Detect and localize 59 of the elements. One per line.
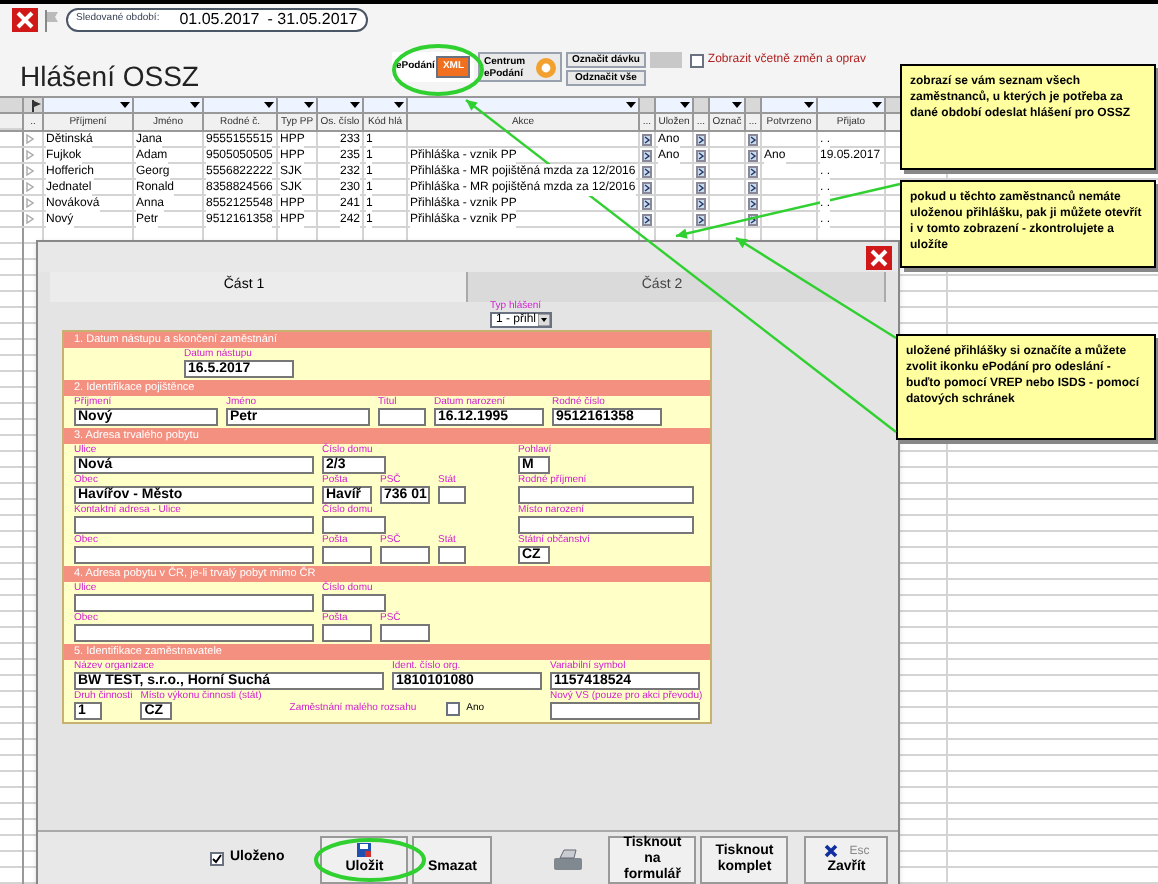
input-field[interactable] [438,486,466,504]
input-field[interactable] [378,408,426,426]
filter-dropdown[interactable] [364,98,408,112]
date-to: - 31.05.2017 [267,8,358,32]
filter-dropdown[interactable] [44,98,134,112]
input-field[interactable] [518,516,694,534]
row-marker-icon [26,150,34,160]
input-field[interactable] [322,546,372,564]
input-field[interactable] [550,702,700,720]
caret-icon[interactable] [264,102,274,108]
row-marker-icon [26,198,34,208]
caret-icon[interactable] [626,102,636,108]
indicator-box [649,52,682,68]
filter-dropdown[interactable] [656,98,694,112]
close-icon[interactable] [866,245,892,269]
input-field[interactable] [74,516,314,534]
input-field[interactable] [74,546,314,564]
caret-icon[interactable] [120,102,130,108]
printer-icon[interactable] [552,847,585,871]
flag-icon[interactable] [32,99,42,111]
caret-icon[interactable] [304,102,314,108]
input-field[interactable] [322,516,386,534]
caret-icon[interactable] [538,314,551,326]
filter-dropdown[interactable] [710,98,746,112]
row-marker-icon [26,134,34,144]
caret-icon[interactable] [732,102,742,108]
input-field[interactable] [322,594,386,612]
close-icon [823,844,838,858]
filter-dropdown[interactable] [134,98,204,112]
checkbox[interactable] [689,54,704,68]
row-marker-icon [26,214,34,224]
caret-icon[interactable] [190,102,200,108]
caret-icon[interactable] [394,102,404,108]
input-field[interactable] [380,546,430,564]
caret-icon[interactable] [804,102,814,108]
ring-icon [536,57,557,77]
input-field[interactable] [518,486,694,504]
checkbox[interactable] [210,852,224,866]
input-field[interactable] [74,624,314,642]
page-title: Hlášení OSSZ [18,60,201,92]
filter-dropdown[interactable] [278,98,318,112]
input-field[interactable] [322,624,372,642]
input-field[interactable] [74,594,314,612]
filter-dropdown[interactable] [318,98,364,112]
checkbox[interactable] [446,701,461,716]
filter-dropdown[interactable] [818,98,886,112]
input-field[interactable] [438,546,466,564]
row-marker-icon [26,182,34,192]
close-icon[interactable] [12,8,38,32]
highlight-circle [392,44,484,96]
filter-dropdown[interactable] [762,98,818,112]
date-from: 01.05.2017 [179,8,260,32]
caret-icon[interactable] [872,102,882,108]
highlight-circle [314,838,426,882]
caret-icon[interactable] [350,102,360,108]
row-marker-icon [26,166,34,176]
input-field[interactable] [380,624,430,642]
caret-icon[interactable] [680,102,690,108]
filter-dropdown[interactable] [204,98,278,112]
